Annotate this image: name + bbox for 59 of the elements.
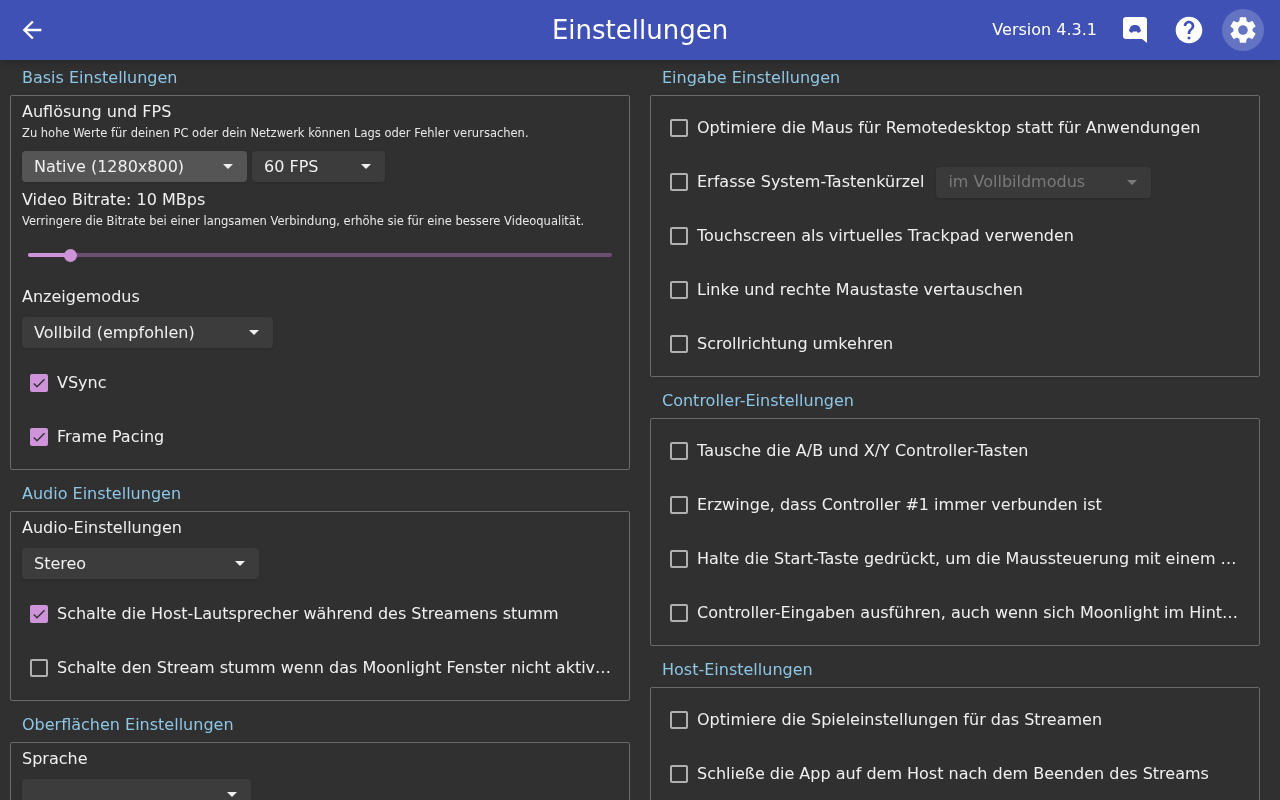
caret-icon bbox=[235, 561, 245, 566]
checkbox[interactable] bbox=[670, 335, 688, 353]
caret-icon bbox=[227, 792, 237, 797]
checkbox[interactable] bbox=[670, 604, 688, 622]
setting-hint: Zu hohe Werte für deinen PC oder dein Netzwerk können Lags oder Fehler verursachen. bbox=[21, 125, 530, 141]
checkbox[interactable] bbox=[670, 281, 688, 299]
section-title: Audio Einstellungen bbox=[22, 482, 182, 505]
setting-label: Audio-Einstellungen bbox=[21, 518, 183, 538]
checkbox[interactable] bbox=[30, 659, 48, 677]
checkbox-option[interactable]: Schließe die App auf dem Host nach dem Beenden des Streams bbox=[651, 762, 1209, 786]
checkbox[interactable] bbox=[30, 374, 48, 392]
dropdown[interactable]: 60 FPS bbox=[252, 151, 385, 182]
dropdown[interactable]: Native (1280x800) bbox=[22, 151, 247, 182]
checkbox[interactable] bbox=[670, 711, 688, 729]
checkbox[interactable] bbox=[670, 550, 688, 568]
checkbox-option[interactable]: Tausche die A/B und X/Y Controller-Tasten bbox=[651, 439, 1029, 463]
section-title: Controller-Einstellungen bbox=[662, 389, 854, 412]
checkbox[interactable] bbox=[30, 428, 48, 446]
dropdown[interactable]: Stereo bbox=[22, 548, 259, 579]
setting-label: Auflösung und FPS bbox=[21, 102, 173, 122]
setting-label: Anzeigemodus bbox=[21, 287, 141, 307]
checkbox-option[interactable]: Optimiere die Maus für Remotedesktop statt für Anwendungen bbox=[651, 116, 1201, 140]
caret-icon bbox=[223, 164, 233, 169]
settings-button[interactable] bbox=[1222, 9, 1264, 51]
dropdown[interactable]: Vollbild (empfohlen) bbox=[22, 317, 273, 348]
slider-thumb[interactable] bbox=[64, 248, 78, 262]
checkbox-option[interactable]: Halte die Start-Taste gedrückt, um die Maussteuerung mit einem … bbox=[651, 547, 1237, 571]
checkbox-option[interactable]: Controller-Eingaben ausführen, auch wenn sich Moonlight im Hint… bbox=[651, 601, 1239, 625]
version-label: Version 4.3.1 bbox=[992, 19, 1097, 41]
help-icon bbox=[1173, 14, 1205, 46]
checkbox-option[interactable]: Erzwinge, dass Controller #1 immer verbunden ist bbox=[651, 493, 1102, 517]
checkbox[interactable] bbox=[670, 119, 688, 137]
setting-label: Video Bitrate: 10 MBps bbox=[21, 190, 207, 210]
page-title: Einstellungen bbox=[551, 13, 729, 47]
checkbox[interactable] bbox=[670, 442, 688, 460]
checkbox[interactable] bbox=[670, 765, 688, 783]
caret-icon bbox=[361, 164, 371, 169]
section-title: Oberflächen Einstellungen bbox=[22, 713, 234, 736]
checkbox-option[interactable]: Linke und rechte Maustaste vertauschen bbox=[651, 278, 1023, 302]
checkbox[interactable] bbox=[670, 496, 688, 514]
checkbox-option[interactable]: Erfasse System-Tastenkürzel bbox=[651, 170, 925, 194]
checkbox-option[interactable]: Schalte den Stream stumm wenn das Moonlight Fenster nicht aktiv… bbox=[11, 656, 612, 680]
checkbox-option[interactable]: Optimiere die Spieleinstellungen für das Streamen bbox=[651, 708, 1103, 732]
section-title: Host-Einstellungen bbox=[662, 658, 813, 681]
checkbox[interactable] bbox=[30, 605, 48, 623]
checkbox[interactable] bbox=[670, 173, 688, 191]
caret-icon bbox=[1127, 179, 1138, 185]
checkbox-option[interactable]: VSync bbox=[11, 371, 107, 395]
section-title: Basis Einstellungen bbox=[22, 66, 178, 89]
caret-icon bbox=[249, 330, 259, 335]
checkbox-option[interactable]: Scrollrichtung umkehren bbox=[651, 332, 894, 356]
chat-bubble-icon bbox=[1123, 17, 1147, 43]
section-title: Eingabe Einstellungen bbox=[662, 66, 841, 89]
checkbox-option[interactable]: Touchscreen als virtuelles Trackpad verwenden bbox=[651, 224, 1074, 248]
setting-label: Sprache bbox=[21, 749, 89, 769]
setting-hint: Verringere die Bitrate bei einer langsamen Verbindung, erhöhe sie für eine bessere Videoqualität. bbox=[21, 213, 586, 229]
checkbox-option[interactable]: Schalte die Host-Lautsprecher während des Streamens stumm bbox=[11, 602, 559, 626]
checkbox-option[interactable]: Frame Pacing bbox=[11, 425, 165, 449]
checkbox[interactable] bbox=[670, 227, 688, 245]
